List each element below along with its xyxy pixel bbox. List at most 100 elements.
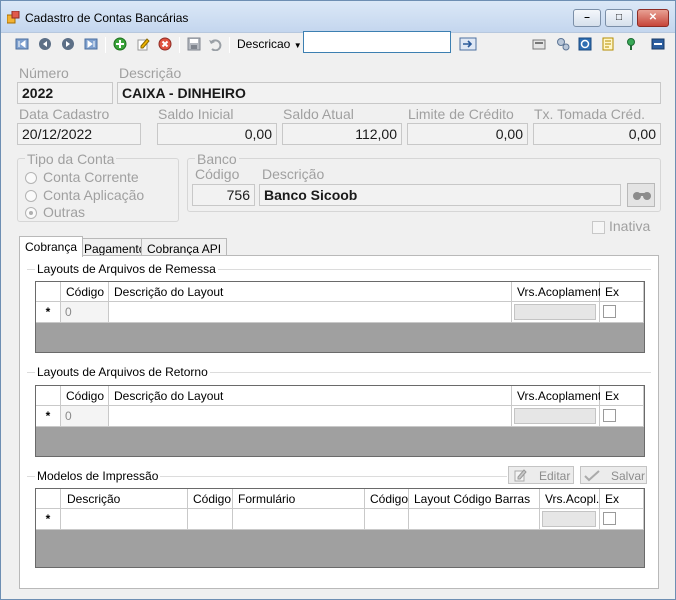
tx-tomada-label: Tx. Tomada Créd. [534, 106, 646, 122]
cell-vrs-acopl[interactable] [540, 509, 600, 530]
toolbar-separator [105, 37, 106, 53]
cell-ex [600, 406, 644, 427]
cell-descricao[interactable] [61, 509, 188, 530]
column-header-descricao[interactable]: Descrição do Layout [109, 282, 512, 302]
main-window: Cadastro de Contas Bancárias – □ ✕ Descr… [0, 0, 676, 600]
cell-codigo-layout[interactable] [365, 509, 409, 530]
cell-codigo[interactable]: 0 [61, 302, 109, 323]
tab-cobranca[interactable]: Cobrança [19, 236, 84, 257]
cell-layout-codigo-barras[interactable] [409, 509, 540, 530]
column-header-codigo[interactable]: Código [61, 282, 109, 302]
saldo-atual-label: Saldo Atual [283, 106, 354, 122]
cell-codigo[interactable] [188, 509, 233, 530]
radio-outras[interactable] [25, 207, 37, 219]
ex-checkbox[interactable] [603, 305, 616, 318]
report-icon[interactable] [532, 37, 546, 51]
minimize-icon: – [584, 12, 590, 23]
ex-checkbox[interactable] [603, 409, 616, 422]
column-header-descricao[interactable]: Descrição do Layout [109, 386, 512, 406]
vrs-acopl-input [542, 511, 596, 527]
refresh-icon[interactable] [578, 37, 592, 51]
cell-ex [600, 302, 644, 323]
maximize-icon: □ [615, 12, 623, 23]
saldo-inicial-field[interactable]: 0,00 [157, 123, 277, 145]
toolbar-separator [229, 37, 230, 53]
vrs-acoplamento-input [514, 408, 596, 424]
retorno-title: Layouts de Arquivos de Retorno [35, 365, 210, 379]
data-cadastro-label: Data Cadastro [19, 106, 110, 122]
search-input[interactable] [303, 31, 451, 53]
exit-icon[interactable] [651, 37, 665, 51]
last-record-icon[interactable] [84, 37, 98, 51]
cell-descricao[interactable] [109, 406, 512, 427]
search-field-label: Descricao [237, 37, 291, 51]
saldo-inicial-label: Saldo Inicial [158, 106, 234, 122]
retorno-grid: Código Descrição do Layout Vrs.Acoplamen… [35, 385, 645, 457]
descricao-label: Descrição [119, 65, 182, 81]
settings-icon[interactable] [556, 37, 570, 51]
radio-conta-corrente[interactable] [25, 172, 37, 184]
search-field-dropdown[interactable]: Descricao ▼ [237, 37, 302, 51]
numero-field[interactable]: 2022 [17, 82, 113, 104]
column-header-ex[interactable]: Ex [600, 282, 644, 302]
search-go-icon[interactable] [459, 37, 477, 51]
column-header-codigo[interactable]: Código [61, 386, 109, 406]
radio-conta-aplicacao[interactable] [25, 190, 37, 202]
cell-formulario[interactable] [233, 509, 365, 530]
pin-icon[interactable] [624, 37, 638, 51]
previous-record-icon[interactable] [38, 37, 52, 51]
banco-descricao-label: Descrição [262, 166, 325, 182]
edit-icon[interactable] [136, 37, 150, 51]
toolbar-separator [179, 37, 180, 53]
cell-vrs-acoplamento[interactable] [512, 406, 600, 427]
radio-outras-label: Outras [43, 204, 86, 220]
editar-button[interactable]: Editar [508, 466, 574, 484]
first-record-icon[interactable] [15, 37, 29, 51]
descricao-field[interactable]: CAIXA - DINHEIRO [117, 82, 661, 104]
column-header-ex[interactable]: Ex [600, 489, 644, 509]
close-icon: ✕ [648, 12, 658, 23]
column-header-formulario[interactable]: Formulário [233, 489, 365, 509]
remessa-title: Layouts de Arquivos de Remessa [35, 262, 218, 276]
column-header-ex[interactable]: Ex [600, 386, 644, 406]
column-header-vrs-acopl[interactable]: Vrs.Acopl. [540, 489, 600, 509]
cell-descricao[interactable] [109, 302, 512, 323]
column-header-codigo-layout[interactable]: Código [365, 489, 409, 509]
inativa-checkbox[interactable] [592, 221, 605, 234]
new-row-marker: * [36, 302, 61, 323]
banco-lookup-button[interactable] [627, 183, 655, 207]
title-bar: Cadastro de Contas Bancárias – □ ✕ [1, 1, 675, 33]
undo-icon[interactable] [208, 37, 222, 51]
radio-conta-corrente-label: Conta Corrente [43, 169, 139, 185]
tx-tomada-field[interactable]: 0,00 [533, 123, 661, 145]
checkmark-icon [584, 470, 600, 482]
column-header-vrs-acoplamento[interactable]: Vrs.Acoplamento [512, 282, 608, 302]
ex-checkbox[interactable] [603, 512, 616, 525]
column-header-codigo[interactable]: Código [188, 489, 233, 509]
close-button[interactable]: ✕ [637, 9, 669, 27]
add-icon[interactable] [113, 37, 127, 51]
banco-descricao-field[interactable]: Banco Sicoob [259, 184, 621, 206]
banco-codigo-field[interactable]: 756 [192, 184, 255, 206]
cell-codigo[interactable]: 0 [61, 406, 109, 427]
salvar-button[interactable]: Salvar [580, 466, 647, 484]
save-icon[interactable] [187, 37, 201, 51]
minimize-button[interactable]: – [573, 9, 601, 27]
new-row-marker: * [36, 406, 61, 427]
modelos-grid: Descrição Código Formulário Código Layou… [35, 488, 645, 568]
editar-label: Editar [539, 469, 571, 483]
column-header-descricao[interactable]: Descrição [61, 489, 188, 509]
saldo-atual-field[interactable]: 112,00 [282, 123, 402, 145]
export-icon[interactable] [601, 37, 615, 51]
delete-icon[interactable] [158, 37, 172, 51]
limite-credito-field[interactable]: 0,00 [407, 123, 528, 145]
column-header-layout-codigo-barras[interactable]: Layout Código Barras [409, 489, 540, 509]
limite-credito-label: Limite de Crédito [408, 106, 514, 122]
next-record-icon[interactable] [61, 37, 75, 51]
inativa-label: Inativa [609, 218, 651, 234]
cell-vrs-acoplamento[interactable] [512, 302, 600, 323]
maximize-button[interactable]: □ [605, 9, 633, 27]
tipo-conta-label: Tipo da Conta [25, 151, 117, 167]
data-cadastro-field[interactable]: 20/12/2022 [17, 123, 141, 145]
column-header-vrs-acoplamento[interactable]: Vrs.Acoplamento [512, 386, 608, 406]
